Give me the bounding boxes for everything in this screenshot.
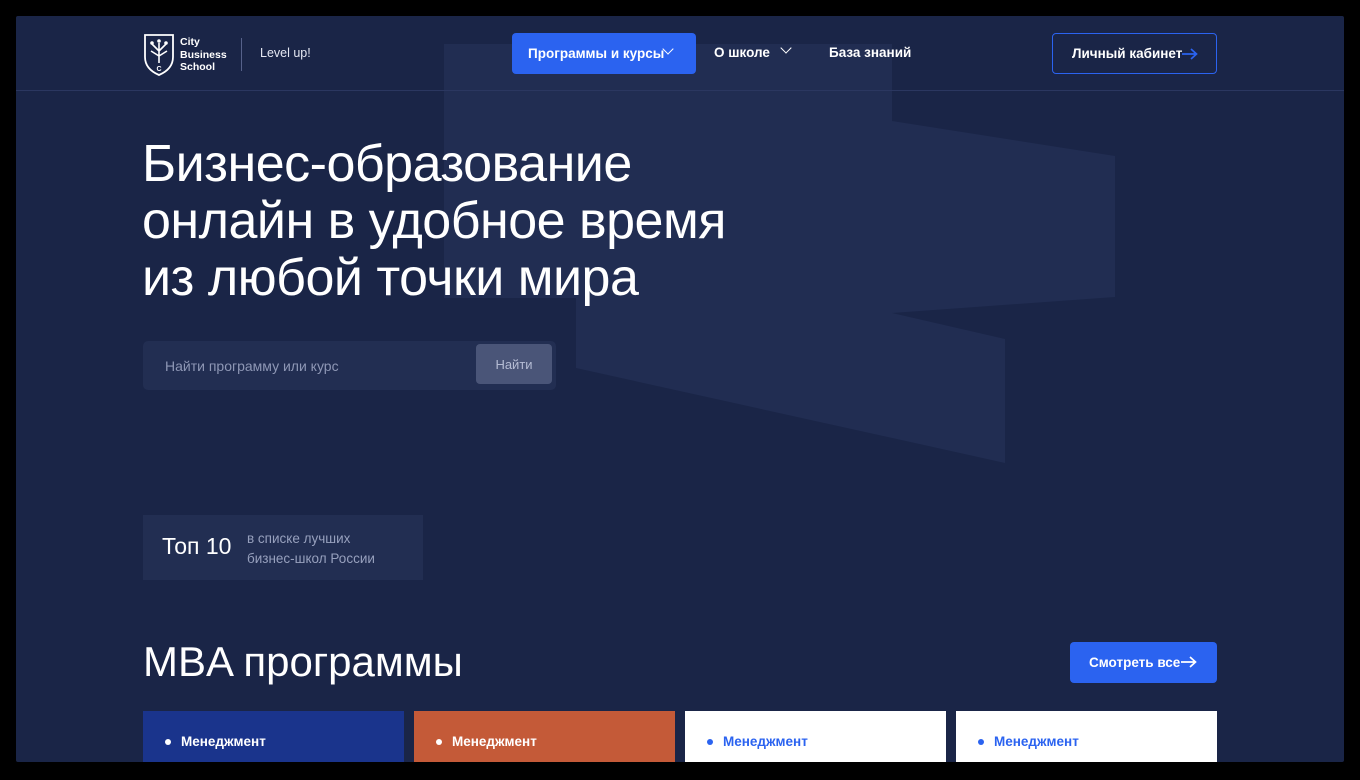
see-all-button[interactable]: Смотреть все [1070,642,1217,683]
search-input[interactable] [143,341,473,390]
personal-account-button[interactable]: Личный кабинет [1052,33,1217,74]
hero-title: Бизнес-образование онлайн в удобное врем… [142,136,842,307]
hero-title-line: из любой точки мира [142,249,639,307]
chevron-down-icon [780,42,792,54]
mba-card-label: Менеджмент [723,734,808,749]
rating-description: в списке лучших бизнес-школ России [247,529,417,569]
bullet-dot-icon [165,739,171,745]
bullet-dot-icon [707,739,713,745]
bullet-dot-icon [436,739,442,745]
page: C City Business School Level up! Програм… [16,16,1344,762]
logo[interactable]: C City Business School [143,33,227,77]
site-header: C City Business School Level up! Програм… [16,16,1344,91]
hero-title-line: онлайн в удобное время [142,192,726,250]
rating-value: Топ 10 [162,533,232,559]
mba-card[interactable]: Менеджмент [956,711,1217,762]
logo-wordmark: City Business School [180,36,227,74]
program-search: Найти [143,341,556,390]
logo-line: Business [180,48,227,61]
mba-card[interactable]: Менеджмент [685,711,946,762]
mba-card-label: Менеджмент [994,734,1079,749]
rating-badge: Топ 10 в списке лучших бизнес-школ Росси… [143,515,423,580]
arrow-right-icon [1182,48,1198,60]
mba-card-label: Менеджмент [452,734,537,749]
nav-about-dropdown[interactable]: О школе [714,42,792,60]
mba-card[interactable]: Менеджмент [143,711,404,762]
nav-programs-dropdown[interactable]: Программы и курсы [512,33,696,74]
svg-text:C: C [156,66,161,73]
hero-title-line: Бизнес-образование [142,135,632,193]
rating-text-line: в списке лучших [247,531,351,546]
tagline: Level up! [260,46,311,60]
logo-divider [241,38,242,71]
arrow-right-icon [1181,656,1197,668]
bullet-dot-icon [978,739,984,745]
see-all-label: Смотреть все [1089,655,1181,670]
nav-knowledge-link[interactable]: База знаний [829,45,911,60]
nav-programs-label: Программы и курсы [528,46,665,61]
logo-line: School [180,61,216,74]
rating-text-line: бизнес-школ России [247,551,375,566]
mba-section-title: MBA программы [143,638,463,685]
search-button[interactable]: Найти [476,344,552,384]
logo-line: City [180,36,200,49]
mba-card[interactable]: Менеджмент [414,711,675,762]
tree-shield-logo-icon: C [144,34,174,76]
nav-about-label: О школе [714,45,770,60]
personal-account-label: Личный кабинет [1072,46,1183,61]
mba-card-label: Менеджмент [181,734,266,749]
